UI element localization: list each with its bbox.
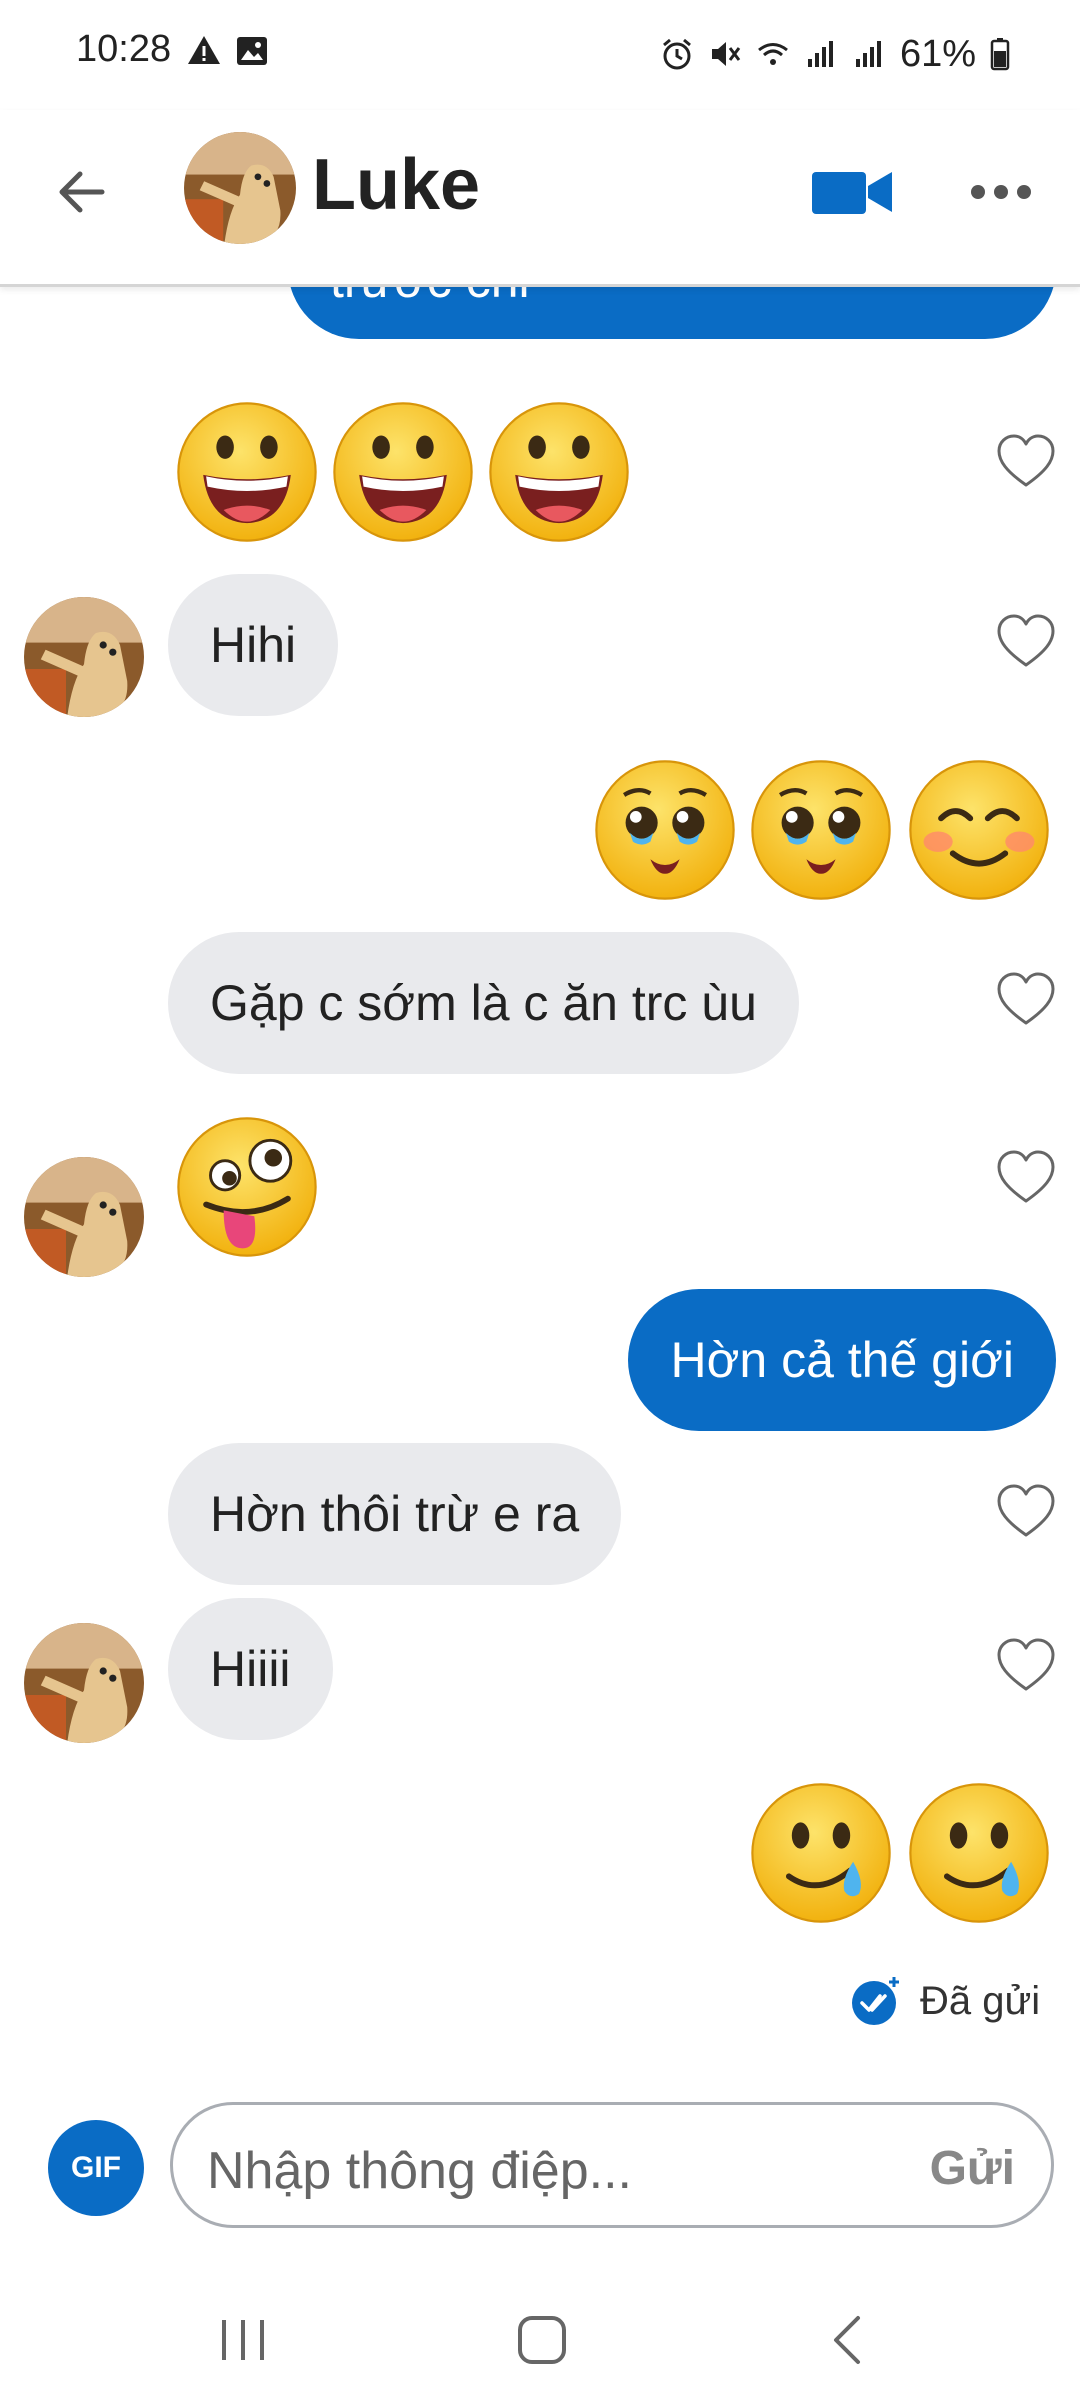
- contact-name[interactable]: Luke: [312, 144, 480, 226]
- dog-avatar-image: [24, 1623, 144, 1743]
- back-arrow-icon[interactable]: [52, 160, 116, 224]
- dog-avatar-image: [24, 597, 144, 717]
- message-bubble-sent[interactable]: Hờn cả thế giới: [628, 1289, 1056, 1431]
- face-holding-tears-emoji-icon: [906, 1780, 1052, 1926]
- send-button[interactable]: Gửi: [930, 2141, 1015, 2196]
- contact-avatar[interactable]: [184, 132, 296, 244]
- dog-avatar-image: [184, 132, 296, 244]
- message-text: Hờn cả thế giới: [670, 1332, 1014, 1388]
- status-time: 10:28: [76, 28, 172, 70]
- wifi-icon: [758, 43, 788, 65]
- battery-percent: 61%: [899, 32, 976, 75]
- message-list: trước chi Hihi Gặp c sớm là c ăn trc ùu …: [0, 287, 1080, 2067]
- signal-icon: [807, 41, 833, 67]
- video-call-icon[interactable]: [810, 162, 894, 222]
- pleading-face-emoji-icon: [592, 757, 738, 903]
- sender-avatar[interactable]: [24, 1623, 144, 1743]
- delivery-status: Đã gửi: [850, 1975, 1040, 2027]
- message-text: Hiiii: [210, 1641, 291, 1697]
- message-bubble-sent-partial[interactable]: trước chi: [288, 287, 1056, 339]
- mute-icon: [711, 42, 741, 66]
- heart-react-icon[interactable]: [996, 971, 1056, 1027]
- message-input-placeholder: Nhập thông điệp...: [207, 2142, 632, 2200]
- sender-avatar[interactable]: [24, 1157, 144, 1277]
- more-options-icon[interactable]: [968, 170, 1034, 214]
- chat-header: Luke: [0, 110, 1080, 287]
- back-nav-icon[interactable]: [822, 2310, 872, 2370]
- alarm-icon: [662, 38, 691, 70]
- message-text: Hờn thôi trừ e ra: [210, 1486, 580, 1542]
- message-text: Hihi: [210, 617, 297, 673]
- system-nav-bar: [0, 2270, 1080, 2400]
- message-input[interactable]: Nhập thông điệp... Gửi: [170, 2102, 1054, 2228]
- warning-icon: [188, 36, 220, 64]
- signal-2-icon: [855, 41, 881, 67]
- message-bubble-received[interactable]: Hờn thôi trừ e ra: [168, 1443, 622, 1585]
- heart-react-icon[interactable]: [996, 1149, 1056, 1205]
- dog-avatar-image: [24, 1157, 144, 1277]
- message-text: Gặp c sớm là c ăn trc ùu: [210, 975, 757, 1031]
- heart-react-icon[interactable]: [996, 433, 1056, 489]
- grinning-emoji-icon: [174, 399, 320, 545]
- heart-react-icon[interactable]: [996, 1483, 1056, 1539]
- gallery-icon: [237, 37, 267, 65]
- pleading-face-emoji-icon: [748, 757, 894, 903]
- recent-apps-icon[interactable]: [216, 2310, 270, 2370]
- face-holding-tears-emoji-icon: [748, 1780, 894, 1926]
- sent-check-icon: [852, 1977, 899, 2025]
- message-bubble-received[interactable]: Gặp c sớm là c ăn trc ùu: [168, 932, 799, 1074]
- gif-button[interactable]: GIF: [48, 2120, 144, 2216]
- sent-status-text: Đã gửi: [920, 1978, 1041, 2023]
- grinning-emoji-icon: [486, 399, 632, 545]
- home-icon[interactable]: [512, 2310, 572, 2370]
- status-indicators: 61%: [660, 28, 1010, 80]
- gif-label: GIF: [71, 2151, 121, 2184]
- sender-avatar[interactable]: [24, 597, 144, 717]
- heart-react-icon[interactable]: [996, 1637, 1056, 1693]
- message-bubble-received[interactable]: Hihi: [168, 574, 339, 716]
- zany-face-emoji-icon: [174, 1114, 320, 1260]
- message-bubble-received[interactable]: Hiiii: [168, 1598, 333, 1740]
- grinning-emoji-icon: [330, 399, 476, 545]
- battery-icon: [990, 38, 1010, 71]
- smiling-blush-emoji-icon: [906, 757, 1052, 903]
- status-bar: 10:28 61%: [0, 0, 1080, 110]
- heart-react-icon[interactable]: [996, 613, 1056, 669]
- message-text: trước chi: [330, 287, 530, 305]
